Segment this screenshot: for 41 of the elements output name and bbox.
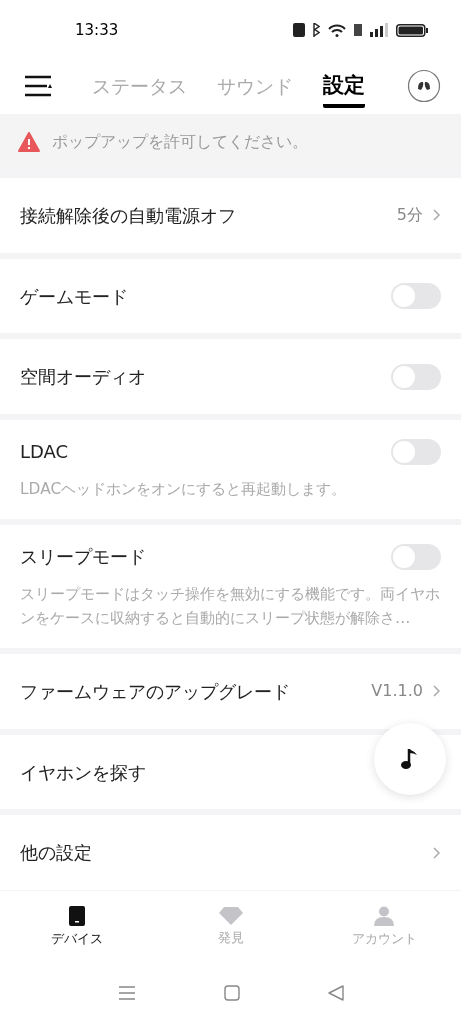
warning-text: ポップアップを許可してください。 <box>52 131 308 153</box>
diamond-icon <box>218 906 243 925</box>
signal-icon <box>370 23 388 37</box>
toggle-switch[interactable] <box>391 438 441 465</box>
battery-icon <box>396 23 428 37</box>
back-nav-icon[interactable] <box>327 985 344 1001</box>
tab[interactable]: 設定 <box>323 70 365 108</box>
bluetooth-icon <box>313 23 320 37</box>
setting-description: LDACヘッドホンをオンにすると再起動します。 <box>20 479 348 500</box>
status-time: 13:33 <box>75 19 119 41</box>
setting-label: スリープモード <box>20 545 146 569</box>
nav-tab[interactable]: アカウント <box>307 891 461 962</box>
setting-label: 他の設定 <box>20 841 92 866</box>
person-icon <box>374 905 395 926</box>
setting-label: ファームウェアのアップグレード <box>20 679 290 704</box>
chevron-right-icon <box>433 846 441 859</box>
tab[interactable]: ステータス <box>92 71 187 101</box>
toggle-switch[interactable] <box>391 283 441 309</box>
nav-tab[interactable]: 発見 <box>153 891 308 962</box>
setting-label: 接続解除後の自動電源オフ <box>20 203 236 228</box>
chevron-right-icon <box>433 209 441 222</box>
setting-description: スリープモードはタッチ操作を無効にする機能です。両イヤホンをケースに収納すると自動的にスリープ状態が解除さ… <box>20 584 441 629</box>
setting-value: 5分 <box>396 204 423 227</box>
nav-tab[interactable]: デバイス <box>0 891 154 962</box>
wifi-icon <box>328 23 346 37</box>
music-note-icon <box>400 747 420 771</box>
setting-label: ゲームモード <box>20 284 128 309</box>
menu-icon[interactable] <box>24 75 52 97</box>
toggle-switch[interactable] <box>391 543 441 570</box>
home-nav-icon[interactable] <box>223 985 240 1001</box>
tab[interactable]: サウンド <box>217 71 293 101</box>
setting-value: V1.1.0 <box>371 680 423 703</box>
chevron-right-icon <box>433 685 441 698</box>
setting-label: LDAC <box>20 440 69 464</box>
earbuds-icon[interactable] <box>407 69 441 103</box>
warning-icon <box>18 132 40 152</box>
tablet-icon <box>68 905 85 926</box>
toggle-switch[interactable] <box>391 363 441 390</box>
setting-label: イヤホンを探す <box>20 760 146 785</box>
setting-label: 空間オーディオ <box>20 365 146 390</box>
recents-nav-icon[interactable] <box>117 985 136 1001</box>
